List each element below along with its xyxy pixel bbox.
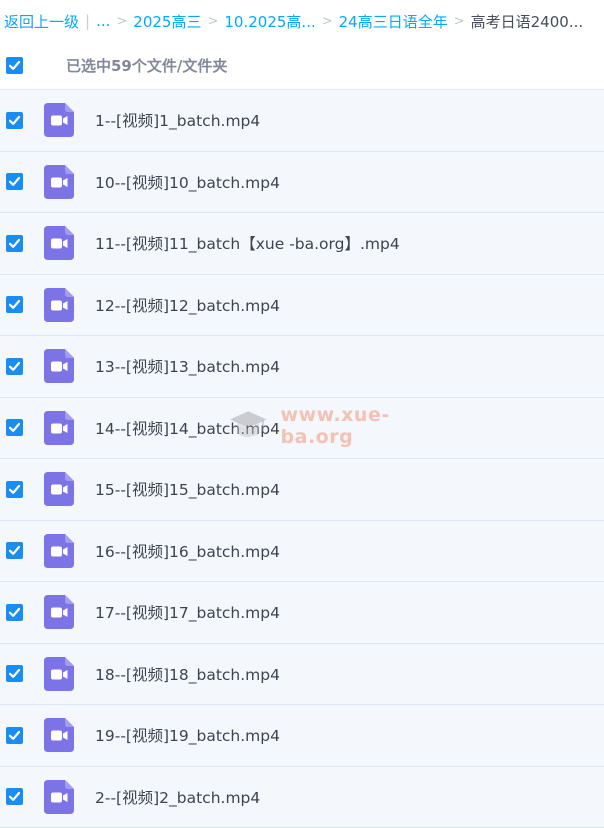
video-file-icon <box>44 165 74 199</box>
breadcrumb-item[interactable]: 24高三日语全年 <box>339 11 448 32</box>
video-file-icon <box>44 657 74 691</box>
checkmark-icon <box>8 175 21 188</box>
video-file-icon <box>44 595 74 629</box>
selection-bar: 已选中59个文件/文件夹 <box>0 42 604 90</box>
video-file-icon <box>44 288 74 322</box>
video-file-icon <box>44 103 74 137</box>
file-row[interactable]: 13--[视频]13_batch.mp4 <box>0 336 604 398</box>
breadcrumb-item[interactable]: 2025高三 <box>133 11 201 32</box>
file-name[interactable]: 2--[视频]2_batch.mp4 <box>95 786 260 808</box>
file-row[interactable]: 16--[视频]16_batch.mp4 <box>0 521 604 583</box>
file-row[interactable]: 19--[视频]19_batch.mp4 <box>0 705 604 767</box>
file-name[interactable]: 13--[视频]13_batch.mp4 <box>95 355 280 377</box>
select-all-checkbox[interactable] <box>6 57 23 74</box>
chevron-right-icon: > <box>116 14 127 29</box>
checkmark-icon <box>8 544 21 557</box>
file-name[interactable]: 14--[视频]14_batch.mp4 <box>95 417 280 439</box>
video-file-icon <box>44 349 74 383</box>
checkmark-icon <box>8 729 21 742</box>
video-file-icon <box>44 472 74 506</box>
file-checkbox[interactable] <box>6 235 23 252</box>
file-row[interactable]: 1--[视频]1_batch.mp4 <box>0 90 604 152</box>
breadcrumb-back-link[interactable]: 返回上一级 <box>4 11 79 32</box>
checkmark-icon <box>8 606 21 619</box>
video-file-icon <box>44 534 74 568</box>
breadcrumb-divider: | <box>85 12 90 30</box>
file-checkbox[interactable] <box>6 481 23 498</box>
file-name[interactable]: 16--[视频]16_batch.mp4 <box>95 540 280 562</box>
file-row[interactable]: 15--[视频]15_batch.mp4 <box>0 459 604 521</box>
file-name[interactable]: 12--[视频]12_batch.mp4 <box>95 294 280 316</box>
checkmark-icon <box>8 790 21 803</box>
file-checkbox[interactable] <box>6 727 23 744</box>
video-file-icon <box>44 780 74 814</box>
file-checkbox[interactable] <box>6 542 23 559</box>
file-row[interactable]: 12--[视频]12_batch.mp4 <box>0 275 604 337</box>
file-checkbox[interactable] <box>6 604 23 621</box>
file-row[interactable]: 10--[视频]10_batch.mp4 <box>0 152 604 214</box>
checkmark-icon <box>8 114 21 127</box>
video-file-icon <box>44 226 74 260</box>
selection-count-label: 已选中59个文件/文件夹 <box>66 55 227 76</box>
video-file-icon <box>44 411 74 445</box>
checkmark-icon <box>8 483 21 496</box>
file-row[interactable]: 2--[视频]2_batch.mp4 <box>0 767 604 828</box>
file-name[interactable]: 15--[视频]15_batch.mp4 <box>95 478 280 500</box>
breadcrumb-item[interactable]: 10.2025高... <box>224 11 315 32</box>
checkmark-icon <box>8 237 21 250</box>
file-name[interactable]: 19--[视频]19_batch.mp4 <box>95 724 280 746</box>
file-row[interactable]: 17--[视频]17_batch.mp4 <box>0 582 604 644</box>
file-checkbox[interactable] <box>6 173 23 190</box>
file-row[interactable]: 18--[视频]18_batch.mp4 <box>0 644 604 706</box>
file-checkbox[interactable] <box>6 358 23 375</box>
chevron-right-icon: > <box>454 14 465 29</box>
file-name[interactable]: 11--[视频]11_batch【xue -ba.org】.mp4 <box>95 232 400 254</box>
file-checkbox[interactable] <box>6 296 23 313</box>
file-row[interactable]: 14--[视频]14_batch.mp4 <box>0 398 604 460</box>
file-list: 1--[视频]1_batch.mp4 10--[视频]10_batch.mp4 <box>0 90 604 828</box>
file-name[interactable]: 17--[视频]17_batch.mp4 <box>95 601 280 623</box>
chevron-right-icon: > <box>322 14 333 29</box>
breadcrumb: 返回上一级 | ... > 2025高三 > 10.2025高... > 24高… <box>0 0 604 42</box>
file-checkbox[interactable] <box>6 665 23 682</box>
checkmark-icon <box>8 360 21 373</box>
breadcrumb-ellipsis[interactable]: ... <box>96 12 110 30</box>
file-name[interactable]: 1--[视频]1_batch.mp4 <box>95 109 260 131</box>
file-checkbox[interactable] <box>6 788 23 805</box>
file-row[interactable]: 11--[视频]11_batch【xue -ba.org】.mp4 <box>0 213 604 275</box>
file-checkbox[interactable] <box>6 112 23 129</box>
file-checkbox[interactable] <box>6 419 23 436</box>
checkmark-icon <box>8 59 21 72</box>
file-name[interactable]: 18--[视频]18_batch.mp4 <box>95 663 280 685</box>
checkmark-icon <box>8 298 21 311</box>
video-file-icon <box>44 718 74 752</box>
checkmark-icon <box>8 421 21 434</box>
checkmark-icon <box>8 667 21 680</box>
file-name[interactable]: 10--[视频]10_batch.mp4 <box>95 171 280 193</box>
breadcrumb-current: 高考日语2400... <box>471 11 583 32</box>
chevron-right-icon: > <box>207 14 218 29</box>
